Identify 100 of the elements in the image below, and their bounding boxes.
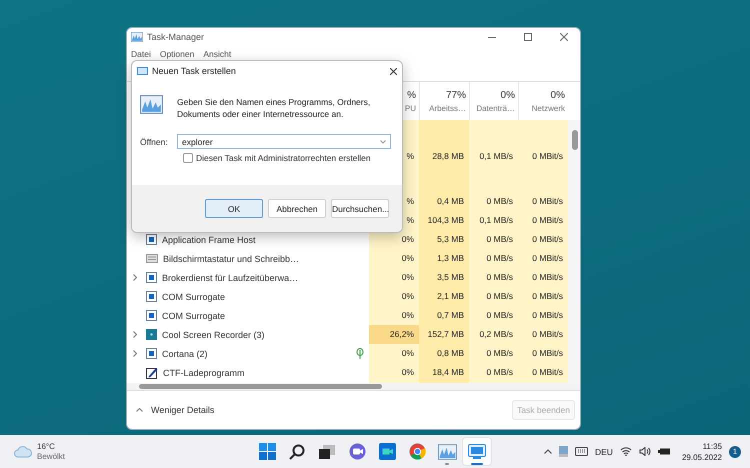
menu-item[interactable]: Ansicht: [203, 48, 232, 58]
horizontal-scrollbar[interactable]: [127, 383, 580, 390]
network-cell-text: 0 MBit/s: [531, 214, 564, 227]
temperature: 16°C: [37, 442, 56, 452]
disk-cell-text: 0,1 MB/s: [478, 214, 514, 227]
disk-cell-text: 0 MB/s: [486, 347, 514, 360]
menu-item[interactable]: Optionen: [160, 48, 194, 58]
admin-checkbox[interactable]: [183, 153, 193, 163]
menu-item[interactable]: Datei: [131, 48, 151, 58]
wifi-icon[interactable]: [620, 447, 632, 456]
dropdown-icon[interactable]: [380, 140, 386, 144]
task-manager-icon: [438, 444, 456, 460]
task-view-icon[interactable]: [319, 444, 335, 458]
column-header[interactable]: Netzwerk: [532, 104, 565, 112]
dialog-button[interactable]: Durchsuchen...: [331, 199, 389, 218]
column-total: %: [407, 90, 416, 100]
clock[interactable]: 11:35 29.05.2022: [682, 440, 722, 462]
disk-cell-text: 0 MB/s: [486, 309, 514, 322]
keyboard-icon[interactable]: [575, 447, 588, 456]
network-cell-text: 0 MBit/s: [531, 150, 564, 163]
time: 11:35: [702, 440, 722, 452]
memory-cell-text: 152,7 MB: [426, 328, 465, 341]
app-window-icon: [146, 291, 157, 302]
app-window-icon: [146, 272, 157, 283]
expand-icon[interactable]: [133, 274, 137, 281]
vertical-scrollbar[interactable]: [568, 120, 580, 383]
column-header[interactable]: Datenträ…: [476, 104, 515, 112]
open-label: Öffnen:: [140, 136, 169, 146]
disk-cell-text: 0,2 MB/s: [478, 328, 514, 341]
collapse-icon[interactable]: [136, 408, 143, 412]
memory-cell-text: 28,8 MB: [431, 150, 465, 163]
network-cell-text: 0 MBit/s: [531, 195, 564, 208]
column-header[interactable]: PU: [404, 104, 416, 112]
cpu-cell-text: %: [405, 150, 415, 163]
monitor-app-icon[interactable]: [468, 444, 486, 459]
disk-cell-text: 0 MB/s: [486, 233, 514, 246]
cpu-cell-text: 0%: [400, 347, 415, 360]
expand-icon[interactable]: [133, 350, 137, 357]
start-icon[interactable]: [258, 443, 276, 460]
memory-cell-text: 18,4 MB: [431, 366, 465, 379]
network-cell-text: 0 MBit/s: [531, 290, 564, 303]
cpu-cell-text: 0%: [400, 233, 415, 246]
memory-cell-text: 0,4 MB: [436, 195, 465, 208]
process-name: Brokerdienst für Laufzeitüberwa…: [162, 272, 298, 282]
video-app-icon[interactable]: [378, 443, 396, 460]
dialog-button[interactable]: Abbrechen: [268, 199, 326, 218]
chat-icon[interactable]: [348, 443, 366, 460]
cpu-cell-text: 0%: [400, 271, 415, 284]
dialog-title: Neuen Task erstellen: [152, 66, 237, 76]
window-title: Task-Manager: [147, 32, 206, 42]
weather-condition: Bewölkt: [37, 452, 66, 462]
disk-cell-text: 0 MB/s: [486, 290, 514, 303]
process-name: Application Frame Host: [162, 234, 256, 244]
cpu-cell-text: 0%: [400, 366, 415, 379]
language-indicator[interactable]: DEU: [595, 446, 613, 456]
column-total: 0%: [550, 90, 565, 100]
network-cell-text: 0 MBit/s: [531, 328, 564, 341]
cpu-cell: 26,2%: [369, 325, 419, 344]
chart-icon: [140, 95, 163, 114]
column-header[interactable]: Arbeitss…: [429, 104, 466, 112]
cpu-cell-text: %: [405, 214, 415, 227]
disk-cell-text: 0 MB/s: [486, 271, 514, 284]
process-name: Cortana (2): [162, 348, 208, 358]
process-name: Cool Screen Recorder (3): [162, 330, 265, 340]
app-window-icon: [146, 348, 157, 359]
process-name: COM Surrogate: [162, 292, 226, 302]
process-name: CTF-Ladeprogramm: [163, 368, 245, 378]
volume-icon[interactable]: [638, 447, 651, 456]
close-icon[interactable]: [390, 68, 397, 74]
memory-cell-text: 1,3 MB: [436, 252, 465, 265]
memory-cell-text: 104,3 MB: [426, 214, 465, 227]
disk-cell-text: 0 MB/s: [486, 252, 514, 265]
network-cell-text: 0 MBit/s: [531, 366, 564, 379]
column-total: 0%: [500, 90, 515, 100]
network-cell-text: 0 MBit/s: [531, 233, 564, 246]
network-cell-text: 0 MBit/s: [531, 347, 564, 360]
checkbox-label: Diesen Task mit Administratorrechten erstellen: [196, 153, 371, 163]
browser-icon[interactable]: [408, 443, 426, 460]
network-cell-text: 0 MBit/s: [531, 271, 564, 284]
window-icon: [137, 67, 148, 75]
cpu-cell-text: 0%: [400, 252, 415, 265]
pen-icon: [146, 366, 158, 378]
dialog-button[interactable]: OK: [205, 199, 263, 218]
open-combobox[interactable]: explorer: [177, 134, 391, 149]
battery-icon[interactable]: [658, 447, 671, 456]
cpu-cell-text: 0%: [400, 290, 415, 303]
chevron-up-icon[interactable]: [544, 449, 552, 454]
task-manager-icon: [131, 32, 143, 42]
network-cell-text: 0 MBit/s: [531, 309, 564, 322]
search-icon[interactable]: [289, 444, 305, 460]
details-link[interactable]: Weniger Details: [151, 405, 504, 415]
expand-icon[interactable]: [133, 331, 137, 338]
process-name: COM Surrogate: [162, 310, 226, 320]
disk-cell-text: 0 MB/s: [486, 195, 514, 208]
memory-cell-text: 5,3 MB: [436, 233, 465, 246]
process-name: Bildschirmtastatur und Schreibb…: [163, 254, 300, 264]
cpu-cell-text: 0%: [400, 309, 415, 322]
keyboard-icon: [146, 254, 158, 263]
memory-cell-text: 3,5 MB: [436, 271, 465, 284]
column-total: 77%: [446, 90, 466, 100]
